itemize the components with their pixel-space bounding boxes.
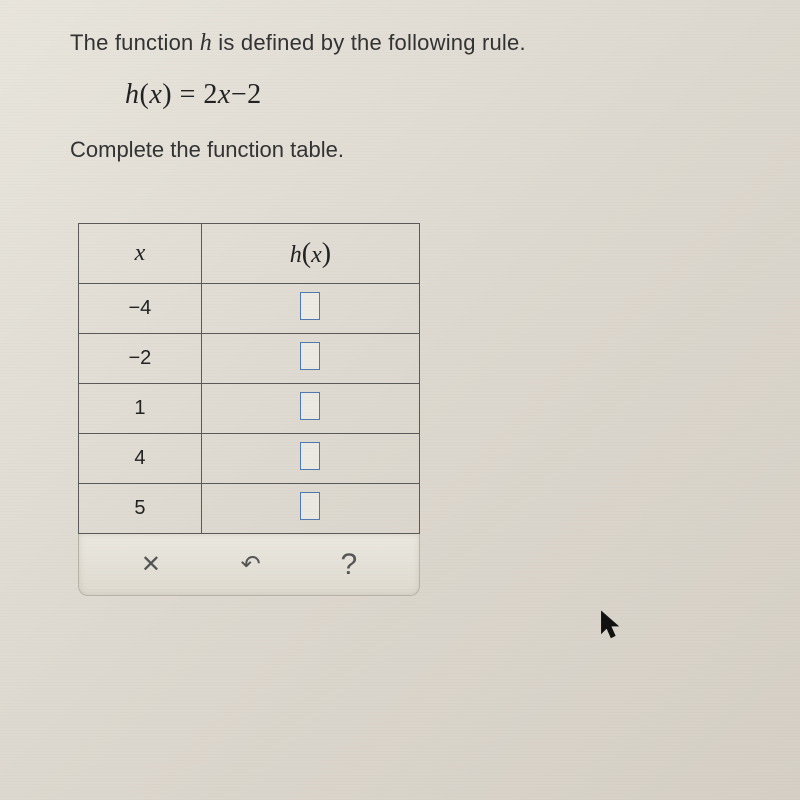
- hx-cell[interactable]: [201, 384, 419, 434]
- table-row: 5: [79, 484, 420, 534]
- table-header-row: x h(x): [79, 224, 420, 284]
- prompt-text: The function h is defined by the followi…: [70, 30, 780, 57]
- answer-input[interactable]: [300, 442, 320, 470]
- eq-minus: −: [231, 79, 247, 110]
- x-cell: −2: [79, 334, 202, 384]
- hx-cell[interactable]: [201, 334, 419, 384]
- hx-x: x: [311, 242, 322, 268]
- table-row: −4: [79, 284, 420, 334]
- prompt-pre: The function: [70, 30, 200, 55]
- function-equation: h(x) = 2x−2: [125, 79, 780, 111]
- hx-h: h: [290, 242, 302, 268]
- hx-cell[interactable]: [201, 484, 419, 534]
- col-header-x: x: [79, 224, 202, 284]
- col-header-hx: h(x): [201, 224, 419, 284]
- table-row: 4: [79, 434, 420, 484]
- function-table-container: x h(x) −4 −2 1 4: [78, 223, 420, 596]
- eq-h: h: [125, 79, 140, 110]
- answer-input[interactable]: [300, 392, 320, 420]
- eq-x1: x: [149, 79, 162, 110]
- hx-po: (: [302, 238, 311, 269]
- table-row: −2: [79, 334, 420, 384]
- prompt-post: is defined by the following rule.: [212, 30, 526, 55]
- x-cell: 1: [79, 384, 202, 434]
- x-cell: −4: [79, 284, 202, 334]
- col-header-x-label: x: [135, 240, 146, 266]
- answer-input[interactable]: [300, 492, 320, 520]
- answer-toolbar: ✕ ↶ ?: [78, 534, 420, 596]
- function-table: x h(x) −4 −2 1 4: [78, 223, 420, 534]
- mouse-cursor-icon: [600, 610, 622, 640]
- prompt-func-name: h: [200, 30, 212, 56]
- answer-input[interactable]: [300, 292, 320, 320]
- clear-button[interactable]: ✕: [141, 550, 161, 579]
- x-cell: 4: [79, 434, 202, 484]
- hx-cell[interactable]: [201, 434, 419, 484]
- x-cell: 5: [79, 484, 202, 534]
- hx-pc: ): [322, 238, 331, 269]
- eq-paren-close: ): [162, 79, 172, 110]
- eq-2a: 2: [203, 79, 218, 110]
- table-row: 1: [79, 384, 420, 434]
- undo-button[interactable]: ↶: [241, 550, 261, 579]
- instruction-text: Complete the function table.: [70, 137, 780, 163]
- eq-x2: x: [218, 79, 231, 110]
- eq-2b: 2: [247, 79, 262, 110]
- hx-cell[interactable]: [201, 284, 419, 334]
- answer-input[interactable]: [300, 342, 320, 370]
- eq-paren-open: (: [140, 79, 150, 110]
- eq-equals: =: [172, 79, 203, 110]
- help-button[interactable]: ?: [340, 548, 357, 582]
